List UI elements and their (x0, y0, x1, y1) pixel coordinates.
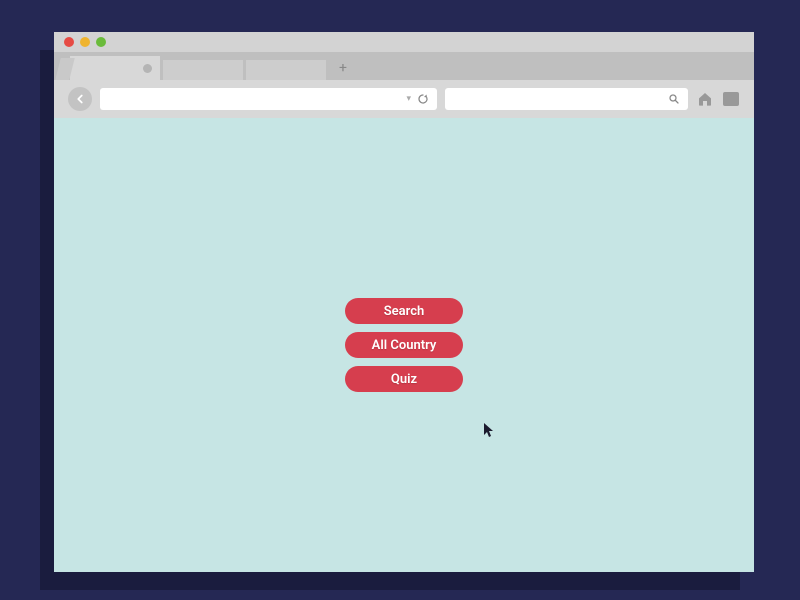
quiz-button[interactable]: Quiz (345, 366, 463, 392)
all-country-button[interactable]: All Country (345, 332, 463, 358)
maximize-window-icon[interactable] (96, 37, 106, 47)
search-icon (668, 93, 680, 105)
page-content: Search All Country Quiz (54, 118, 754, 572)
browser-tab[interactable] (246, 60, 326, 80)
browser-tab-active[interactable] (70, 56, 160, 80)
back-button[interactable] (68, 87, 92, 111)
url-input[interactable]: ▾ (100, 88, 437, 110)
minimize-window-icon[interactable] (80, 37, 90, 47)
new-tab-button[interactable]: + (333, 58, 353, 78)
menu-icon (723, 92, 739, 106)
titlebar (54, 32, 754, 52)
back-arrow-icon (73, 92, 87, 106)
home-icon (697, 91, 713, 107)
home-button[interactable] (696, 90, 714, 108)
browser-tab[interactable] (163, 60, 243, 80)
tab-close-icon[interactable] (143, 64, 152, 73)
menu-button[interactable] (722, 90, 740, 108)
browser-window: + ▾ Searc (54, 32, 754, 572)
dropdown-icon[interactable]: ▾ (406, 94, 411, 104)
reload-icon[interactable] (417, 93, 429, 105)
cursor-icon (484, 423, 496, 439)
close-window-icon[interactable] (64, 37, 74, 47)
toolbar: ▾ (54, 80, 754, 118)
search-input[interactable] (445, 88, 688, 110)
search-button[interactable]: Search (345, 298, 463, 324)
tab-bar: + (54, 52, 754, 80)
